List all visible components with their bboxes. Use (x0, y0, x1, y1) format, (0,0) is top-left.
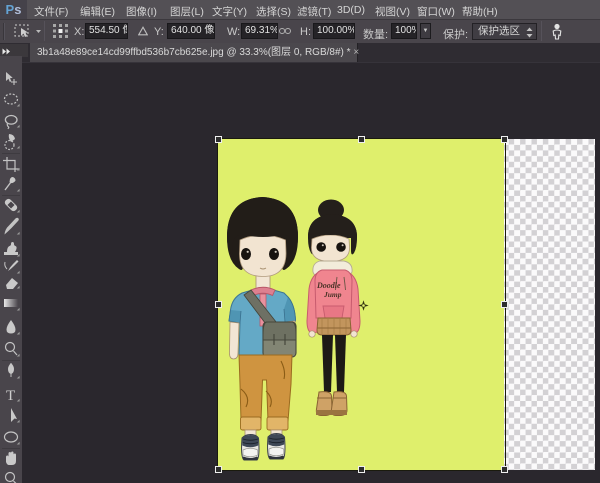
svg-text:T: T (6, 388, 15, 404)
